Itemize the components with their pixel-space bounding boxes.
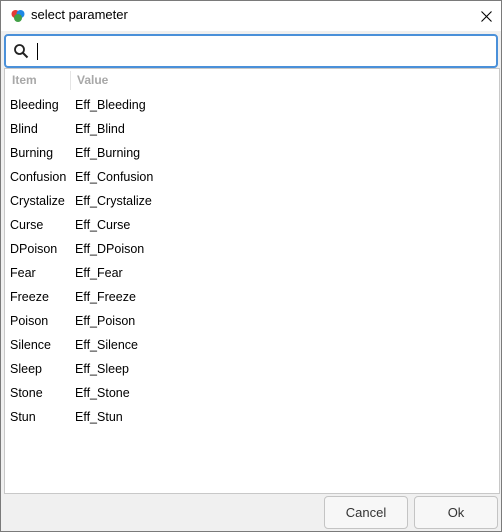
row-value-cell: Eff_Sleep <box>75 362 129 376</box>
table-row[interactable]: Blind Eff_Blind <box>5 118 499 142</box>
row-item-cell: Burning <box>10 146 54 160</box>
row-item-cell: Sleep <box>10 362 42 376</box>
row-item-cell: Fear <box>10 266 36 280</box>
row-item-cell: Stun <box>10 410 36 424</box>
row-value-cell: Eff_Burning <box>75 146 141 160</box>
title-bar: select parameter <box>1 1 501 31</box>
row-value-cell: Eff_Stun <box>75 410 123 424</box>
column-header-value[interactable]: Value <box>77 73 108 87</box>
search-input[interactable] <box>34 39 489 63</box>
table-row[interactable]: Fear Eff_Fear <box>5 262 499 286</box>
row-value-cell: Eff_Curse <box>75 218 131 232</box>
table-row[interactable]: Stone Eff_Stone <box>5 382 499 406</box>
search-icon <box>14 44 29 59</box>
table-row[interactable]: Stun Eff_Stun <box>5 406 499 430</box>
table-row[interactable]: DPoison Eff_DPoison <box>5 238 499 262</box>
row-item-cell: Blind <box>10 122 38 136</box>
table-row[interactable]: Burning Eff_Burning <box>5 142 499 166</box>
table-row[interactable]: Crystalize Eff_Crystalize <box>5 190 499 214</box>
row-item-cell: Freeze <box>10 290 49 304</box>
row-item-cell: Bleeding <box>10 98 59 112</box>
app-icon <box>11 10 25 22</box>
close-icon <box>480 10 492 22</box>
row-item-cell: DPoison <box>10 242 58 256</box>
table-row[interactable]: Sleep Eff_Sleep <box>5 358 499 382</box>
table-body: Bleeding Eff_Bleeding Blind Eff_Blind Burnin… <box>5 94 499 430</box>
row-value-cell: Eff_Bleeding <box>75 98 146 112</box>
search-box[interactable] <box>4 34 498 68</box>
row-value-cell: Eff_DPoison <box>75 242 145 256</box>
parameter-list[interactable]: Item Value Bleeding Eff_Bleeding Blind Eff_… <box>4 68 500 494</box>
table-row[interactable]: Curse Eff_Curse <box>5 214 499 238</box>
row-item-cell: Confusion <box>10 170 67 184</box>
cancel-button[interactable]: Cancel <box>324 496 408 529</box>
row-value-cell: Eff_Freeze <box>75 290 136 304</box>
close-button[interactable] <box>471 1 501 31</box>
row-item-cell: Crystalize <box>10 194 65 208</box>
row-value-cell: Eff_Stone <box>75 386 130 400</box>
text-caret <box>37 43 38 60</box>
ok-button[interactable]: Ok <box>414 496 498 529</box>
column-divider[interactable] <box>70 71 71 90</box>
table-row[interactable]: Bleeding Eff_Bleeding <box>5 94 499 118</box>
row-value-cell: Eff_Poison <box>75 314 136 328</box>
column-header-item[interactable]: Item <box>12 73 37 87</box>
row-value-cell: Eff_Fear <box>75 266 123 280</box>
table-row[interactable]: Freeze Eff_Freeze <box>5 286 499 310</box>
table-row[interactable]: Silence Eff_Silence <box>5 334 499 358</box>
window-title: select parameter <box>31 7 128 22</box>
row-item-cell: Stone <box>10 386 43 400</box>
row-value-cell: Eff_Confusion <box>75 170 154 184</box>
row-item-cell: Silence <box>10 338 51 352</box>
table-row[interactable]: Confusion Eff_Confusion <box>5 166 499 190</box>
row-value-cell: Eff_Blind <box>75 122 125 136</box>
table-row[interactable]: Poison Eff_Poison <box>5 310 499 334</box>
row-value-cell: Eff_Silence <box>75 338 139 352</box>
row-item-cell: Curse <box>10 218 44 232</box>
row-value-cell: Eff_Crystalize <box>75 194 152 208</box>
row-item-cell: Poison <box>10 314 49 328</box>
dialog-window: select parameter Item Value Bleeding Eff_… <box>0 0 502 532</box>
table-header: Item Value <box>5 69 499 91</box>
